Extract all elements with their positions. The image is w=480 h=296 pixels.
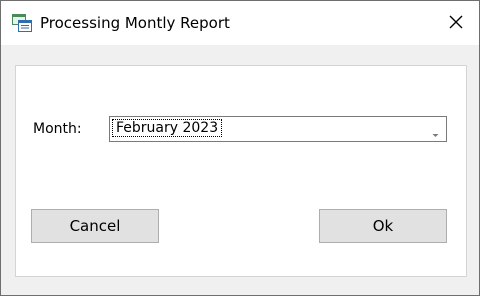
content-panel bbox=[15, 65, 467, 277]
chevron-down-icon[interactable] bbox=[431, 125, 440, 137]
cancel-button[interactable]: Cancel bbox=[31, 209, 159, 243]
title-bar[interactable]: Processing Montly Report bbox=[1, 1, 479, 45]
month-select[interactable]: February 2023 bbox=[109, 116, 447, 142]
month-label: Month: bbox=[33, 121, 82, 137]
report-window-icon bbox=[12, 14, 32, 32]
month-select-value: February 2023 bbox=[112, 119, 223, 137]
close-icon bbox=[449, 15, 463, 29]
window-title: Processing Montly Report bbox=[40, 14, 230, 32]
close-button[interactable] bbox=[443, 11, 469, 35]
ok-button[interactable]: Ok bbox=[319, 209, 447, 243]
dialog-window: Processing Montly Report Month: February… bbox=[0, 0, 480, 296]
